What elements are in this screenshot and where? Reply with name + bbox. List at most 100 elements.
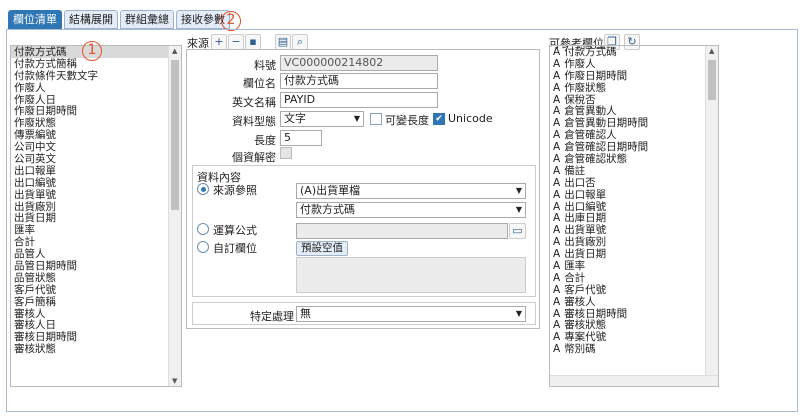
list-item[interactable]: 作廢狀態 [11,117,181,129]
name-field[interactable]: 付款方式碼 [280,73,438,89]
list-item[interactable]: A 幣別碼 [550,343,718,355]
list-item-label: 審核人 [564,295,596,308]
list-item[interactable]: A 備註 [550,165,718,177]
list-item[interactable]: 客戶簡稱 [11,296,181,308]
type-prefix: A [553,307,561,320]
length-field[interactable]: 5 [280,130,322,146]
list-item[interactable]: A 出口編號 [550,201,718,213]
list-item[interactable]: A 倉管確認狀態 [550,153,718,165]
type-prefix: A [553,188,561,201]
list-item[interactable]: 付款條件天數文字 [11,70,181,82]
source-ref-label: 來源參照 [213,184,257,197]
list-item[interactable]: A 作廢人 [550,58,718,70]
folder-button[interactable]: ▭ [509,223,526,239]
field-list[interactable]: 付款方式碼 付款方式簡稱 付款條件天數文字 作廢人 作廢人日 作廢日期時間 作廢狀態 傳票編號… [10,45,182,387]
list-item[interactable]: 出口編號 [11,177,181,189]
list-item[interactable]: 審核人日 [11,319,181,332]
scroll-up-icon[interactable]: ▲ [172,47,177,55]
list-item[interactable]: 傳票編號 [11,129,181,141]
list-item[interactable]: 公司英文 [11,153,181,165]
list-item[interactable]: 品管日期時間 [11,260,181,272]
list-item[interactable]: 出口報單 [11,165,181,177]
english-name-field[interactable]: PAYID [280,92,438,108]
list-item[interactable]: A 倉管確認人 [550,129,718,141]
list-item-label: 匯率 [564,260,586,273]
list-item[interactable]: A 出貨單號 [550,224,718,236]
list-item[interactable]: 出貨廠別 [11,201,181,213]
list-item-label: 倉管確認狀態 [564,153,628,166]
list-item[interactable]: A 倉管異動日期時間 [550,117,718,129]
special-handling-select[interactable]: 無 ▼ [296,306,526,322]
chevron-down-icon: ▼ [515,205,522,214]
source-field-select[interactable]: 付款方式碼 ▼ [296,202,526,218]
scroll-thumb[interactable] [171,60,179,210]
scroll-down-icon[interactable]: ▼ [172,377,177,385]
list-item[interactable]: A 審核狀態 [550,319,718,331]
tab-structure-expand[interactable]: 結構展開 [64,10,118,29]
list-item[interactable]: 審核人 [11,308,181,320]
unicode-checkbox[interactable]: ✔ [433,113,445,125]
list-item[interactable]: 作廢人 [11,82,181,94]
list-item[interactable]: A 審核人 [550,296,718,308]
tab-group-summary[interactable]: 群組彙總 [120,10,174,29]
type-prefix: A [553,69,561,82]
list-item[interactable]: 客戶代號 [11,284,181,296]
list-item[interactable]: A 出口否 [550,177,718,189]
length-label: 長度 [254,134,276,147]
search-button[interactable]: ⌕ [292,34,308,50]
custom-field-radio[interactable] [197,241,209,253]
custom-field-area[interactable] [296,257,526,293]
default-empty-button[interactable]: 預設空值 [296,241,348,256]
list-item[interactable]: 審核狀態 [11,343,181,355]
remove-button[interactable]: − [228,34,244,50]
save-button[interactable]: ▪ [245,34,261,50]
list-item[interactable]: A 出貨日期 [550,248,718,260]
code-field: VC000000214802 [280,55,438,71]
english-name-label: 英文名稱 [232,96,276,109]
list-item[interactable]: 品管人 [11,248,181,260]
list-item[interactable]: 合計 [11,236,181,248]
type-prefix: A [553,117,561,130]
tab-field-list[interactable]: 欄位清單 [8,10,62,29]
special-handling-label: 特定處理 [250,310,294,323]
list-item[interactable]: 匯率 [11,224,181,236]
list-item[interactable]: 作廢人日 [11,94,181,106]
field-list-scrollbar[interactable]: ▲ ▼ [168,46,181,386]
list-item[interactable]: 公司中文 [11,141,181,153]
list-item[interactable]: A 付款方式碼 [550,46,718,58]
code-label: 料號 [254,59,276,72]
list-item[interactable]: A 出貨廠別 [550,236,718,248]
source-ref-radio[interactable] [197,183,209,195]
formula-radio[interactable] [197,223,209,235]
list-item[interactable]: A 倉管異動人 [550,105,718,117]
list-item[interactable]: A 出口報單 [550,189,718,201]
source-table-select[interactable]: (A)出貨單檔 ▼ [296,183,526,199]
list-item[interactable]: A 作廢狀態 [550,82,718,94]
list-item[interactable]: 審核日期時間 [11,331,181,343]
list-item[interactable]: A 合計 [550,272,718,284]
list-item[interactable]: A 倉管確認日期時間 [550,141,718,153]
list-item[interactable]: A 客戶代號 [550,284,718,296]
data-type-value: 文字 [284,112,306,125]
variable-length-checkbox[interactable] [370,113,382,125]
data-type-select[interactable]: 文字 ▼ [280,111,364,127]
reference-list-vscrollbar[interactable]: ▲ [705,46,718,377]
reference-list-hscrollbar[interactable] [550,375,718,386]
list-item[interactable]: 出貨日期 [11,212,181,225]
list-item[interactable]: A 出庫日期 [550,212,718,224]
list-item[interactable]: A 作廢日期時間 [550,70,718,82]
decrypt-checkbox[interactable] [280,147,292,159]
list-item[interactable]: A 專案代號 [550,331,718,343]
reference-field-list[interactable]: A 付款方式碼 A 作廢人 A 作廢日期時間 A 作廢狀態 A 保稅否 A 倉管異動人 A 倉管異動日期時… [549,45,719,387]
scroll-up-icon[interactable]: ▲ [709,47,714,55]
document-button[interactable]: ▤ [275,34,291,50]
formula-field[interactable] [296,223,508,239]
scroll-thumb[interactable] [708,60,716,100]
add-button[interactable]: + [211,34,227,50]
list-item[interactable]: 品管狀態 [11,272,181,284]
list-item[interactable]: 出貨單號 [11,189,181,201]
list-item[interactable]: A 保稅否 [550,94,718,106]
list-item[interactable]: A 匯率 [550,260,718,272]
list-item[interactable]: A 審核日期時間 [550,308,718,320]
list-item[interactable]: 作廢日期時間 [11,105,181,118]
